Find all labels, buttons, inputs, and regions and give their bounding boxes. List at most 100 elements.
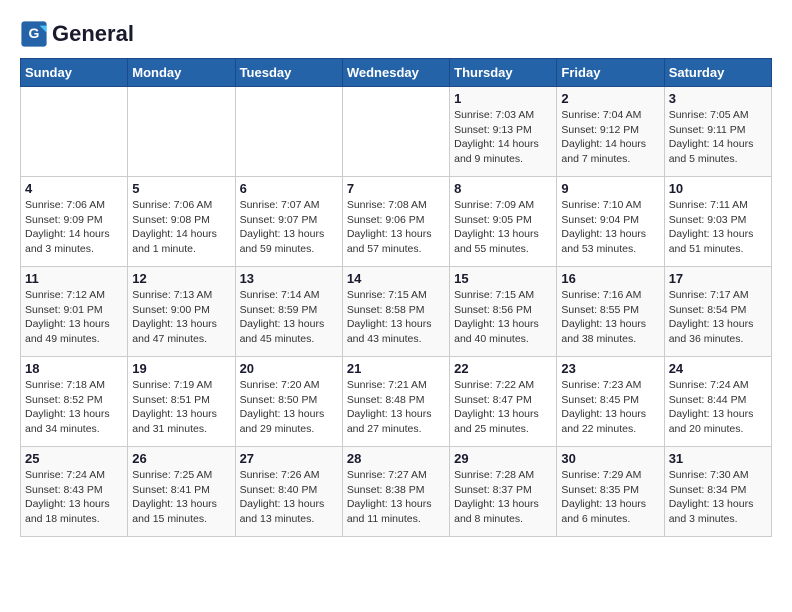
calendar-cell: 28 Sunrise: 7:27 AM Sunset: 8:38 PM Dayli… <box>342 447 449 537</box>
calendar-cell: 27 Sunrise: 7:26 AM Sunset: 8:40 PM Dayli… <box>235 447 342 537</box>
day-info: Sunrise: 7:15 AM Sunset: 8:58 PM Dayligh… <box>347 288 445 347</box>
calendar-cell: 8 Sunrise: 7:09 AM Sunset: 9:05 PM Daylig… <box>450 177 557 267</box>
calendar-header-saturday: Saturday <box>664 59 771 87</box>
day-info: Sunrise: 7:23 AM Sunset: 8:45 PM Dayligh… <box>561 378 659 437</box>
day-info: Sunrise: 7:05 AM Sunset: 9:11 PM Dayligh… <box>669 108 767 167</box>
day-number: 28 <box>347 451 445 466</box>
calendar-week-3: 11 Sunrise: 7:12 AM Sunset: 9:01 PM Dayli… <box>21 267 772 357</box>
day-number: 12 <box>132 271 230 286</box>
day-info: Sunrise: 7:15 AM Sunset: 8:56 PM Dayligh… <box>454 288 552 347</box>
day-info: Sunrise: 7:03 AM Sunset: 9:13 PM Dayligh… <box>454 108 552 167</box>
day-number: 2 <box>561 91 659 106</box>
calendar-cell: 13Sunrise: 7:14 AM Sunset: 8:59 PM Dayli… <box>235 267 342 357</box>
calendar-header-sunday: Sunday <box>21 59 128 87</box>
day-number: 14 <box>347 271 445 286</box>
calendar-cell: 10Sunrise: 7:11 AM Sunset: 9:03 PM Dayli… <box>664 177 771 267</box>
day-info: Sunrise: 7:09 AM Sunset: 9:05 PM Dayligh… <box>454 198 552 257</box>
day-info: Sunrise: 7:25 AM Sunset: 8:41 PM Dayligh… <box>132 468 230 527</box>
day-number: 15 <box>454 271 552 286</box>
calendar-header-friday: Friday <box>557 59 664 87</box>
calendar-cell: 25Sunrise: 7:24 AM Sunset: 8:43 PM Dayli… <box>21 447 128 537</box>
day-number: 31 <box>669 451 767 466</box>
calendar-cell: 3 Sunrise: 7:05 AM Sunset: 9:11 PM Daylig… <box>664 87 771 177</box>
day-info: Sunrise: 7:07 AM Sunset: 9:07 PM Dayligh… <box>240 198 338 257</box>
calendar-week-4: 18 Sunrise: 7:18 AM Sunset: 8:52 PM Dayli… <box>21 357 772 447</box>
calendar-header-monday: Monday <box>128 59 235 87</box>
day-info: Sunrise: 7:29 AM Sunset: 8:35 PM Dayligh… <box>561 468 659 527</box>
day-info: Sunrise: 7:13 AM Sunset: 9:00 PM Dayligh… <box>132 288 230 347</box>
day-number: 13 <box>240 271 338 286</box>
day-number: 21 <box>347 361 445 376</box>
calendar-cell <box>235 87 342 177</box>
day-number: 27 <box>240 451 338 466</box>
page-header: G General <box>20 20 772 48</box>
calendar-week-2: 4Sunrise: 7:06 AM Sunset: 9:09 PM Daylig… <box>21 177 772 267</box>
calendar-cell: 22Sunrise: 7:22 AM Sunset: 8:47 PM Dayli… <box>450 357 557 447</box>
calendar-cell: 30Sunrise: 7:29 AM Sunset: 8:35 PM Dayli… <box>557 447 664 537</box>
calendar-header-row: SundayMondayTuesdayWednesdayThursdayFrid… <box>21 59 772 87</box>
day-number: 5 <box>132 181 230 196</box>
calendar-cell: 9Sunrise: 7:10 AM Sunset: 9:04 PM Daylig… <box>557 177 664 267</box>
calendar-cell: 18 Sunrise: 7:18 AM Sunset: 8:52 PM Dayli… <box>21 357 128 447</box>
calendar-cell: 14 Sunrise: 7:15 AM Sunset: 8:58 PM Dayli… <box>342 267 449 357</box>
svg-text:G: G <box>29 25 40 41</box>
calendar-cell: 21 Sunrise: 7:21 AM Sunset: 8:48 PM Dayli… <box>342 357 449 447</box>
day-info: Sunrise: 7:06 AM Sunset: 9:09 PM Dayligh… <box>25 198 123 257</box>
day-info: Sunrise: 7:16 AM Sunset: 8:55 PM Dayligh… <box>561 288 659 347</box>
calendar-cell: 19 Sunrise: 7:19 AM Sunset: 8:51 PM Dayli… <box>128 357 235 447</box>
day-info: Sunrise: 7:21 AM Sunset: 8:48 PM Dayligh… <box>347 378 445 437</box>
day-number: 6 <box>240 181 338 196</box>
day-number: 17 <box>669 271 767 286</box>
calendar-cell: 15 Sunrise: 7:15 AM Sunset: 8:56 PM Dayli… <box>450 267 557 357</box>
day-info: Sunrise: 7:30 AM Sunset: 8:34 PM Dayligh… <box>669 468 767 527</box>
day-number: 16 <box>561 271 659 286</box>
calendar-cell: 23 Sunrise: 7:23 AM Sunset: 8:45 PM Dayli… <box>557 357 664 447</box>
day-info: Sunrise: 7:27 AM Sunset: 8:38 PM Dayligh… <box>347 468 445 527</box>
calendar-cell: 16 Sunrise: 7:16 AM Sunset: 8:55 PM Dayli… <box>557 267 664 357</box>
day-number: 19 <box>132 361 230 376</box>
day-number: 10 <box>669 181 767 196</box>
calendar-header-thursday: Thursday <box>450 59 557 87</box>
calendar-cell: 29 Sunrise: 7:28 AM Sunset: 8:37 PM Dayli… <box>450 447 557 537</box>
logo: G General <box>20 20 134 48</box>
day-number: 3 <box>669 91 767 106</box>
day-number: 29 <box>454 451 552 466</box>
calendar-cell: 4Sunrise: 7:06 AM Sunset: 9:09 PM Daylig… <box>21 177 128 267</box>
day-info: Sunrise: 7:20 AM Sunset: 8:50 PM Dayligh… <box>240 378 338 437</box>
day-number: 20 <box>240 361 338 376</box>
day-number: 26 <box>132 451 230 466</box>
calendar-cell <box>342 87 449 177</box>
calendar-cell: 1Sunrise: 7:03 AM Sunset: 9:13 PM Daylig… <box>450 87 557 177</box>
calendar-cell: 5 Sunrise: 7:06 AM Sunset: 9:08 PM Daylig… <box>128 177 235 267</box>
calendar-week-1: 1Sunrise: 7:03 AM Sunset: 9:13 PM Daylig… <box>21 87 772 177</box>
day-number: 8 <box>454 181 552 196</box>
calendar-header-wednesday: Wednesday <box>342 59 449 87</box>
day-info: Sunrise: 7:17 AM Sunset: 8:54 PM Dayligh… <box>669 288 767 347</box>
day-number: 7 <box>347 181 445 196</box>
day-info: Sunrise: 7:26 AM Sunset: 8:40 PM Dayligh… <box>240 468 338 527</box>
calendar-cell: 20 Sunrise: 7:20 AM Sunset: 8:50 PM Dayli… <box>235 357 342 447</box>
day-info: Sunrise: 7:10 AM Sunset: 9:04 PM Dayligh… <box>561 198 659 257</box>
calendar-cell <box>21 87 128 177</box>
day-number: 18 <box>25 361 123 376</box>
day-number: 23 <box>561 361 659 376</box>
calendar-cell: 31 Sunrise: 7:30 AM Sunset: 8:34 PM Dayli… <box>664 447 771 537</box>
logo-icon: G <box>20 20 48 48</box>
day-number: 22 <box>454 361 552 376</box>
day-info: Sunrise: 7:19 AM Sunset: 8:51 PM Dayligh… <box>132 378 230 437</box>
calendar-cell: 26 Sunrise: 7:25 AM Sunset: 8:41 PM Dayli… <box>128 447 235 537</box>
day-number: 24 <box>669 361 767 376</box>
calendar-cell <box>128 87 235 177</box>
day-info: Sunrise: 7:06 AM Sunset: 9:08 PM Dayligh… <box>132 198 230 257</box>
day-info: Sunrise: 7:18 AM Sunset: 8:52 PM Dayligh… <box>25 378 123 437</box>
calendar-cell: 12 Sunrise: 7:13 AM Sunset: 9:00 PM Dayli… <box>128 267 235 357</box>
day-number: 11 <box>25 271 123 286</box>
day-info: Sunrise: 7:28 AM Sunset: 8:37 PM Dayligh… <box>454 468 552 527</box>
day-info: Sunrise: 7:12 AM Sunset: 9:01 PM Dayligh… <box>25 288 123 347</box>
calendar-cell: 2Sunrise: 7:04 AM Sunset: 9:12 PM Daylig… <box>557 87 664 177</box>
day-info: Sunrise: 7:08 AM Sunset: 9:06 PM Dayligh… <box>347 198 445 257</box>
calendar-table: SundayMondayTuesdayWednesdayThursdayFrid… <box>20 58 772 537</box>
logo-text: General <box>52 22 134 46</box>
calendar-cell: 6 Sunrise: 7:07 AM Sunset: 9:07 PM Daylig… <box>235 177 342 267</box>
calendar-cell: 11 Sunrise: 7:12 AM Sunset: 9:01 PM Dayli… <box>21 267 128 357</box>
